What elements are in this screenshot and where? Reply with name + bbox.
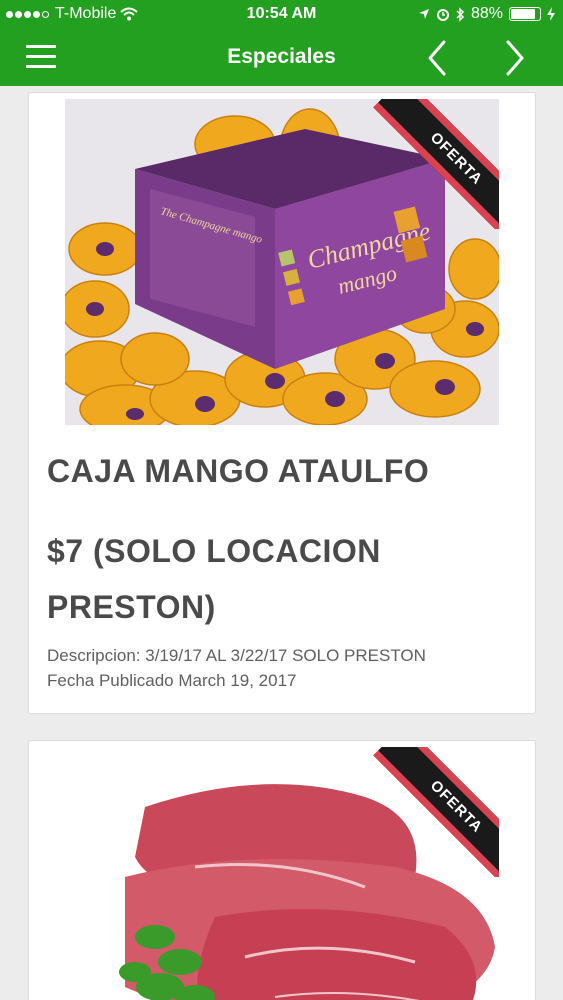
special-card[interactable]: Champagne mango The Champagne mango OFER… xyxy=(28,92,536,714)
special-price: $7 (SOLO LOCACION PRESTON) xyxy=(47,533,381,625)
special-description: Descripcion: 3/19/17 AL 3/22/17 SOLO PRE… xyxy=(47,646,426,665)
battery-percent: 88% xyxy=(470,5,503,22)
oferta-ribbon: OFERTA xyxy=(369,99,499,229)
special-published-date: Fecha Publicado March 19, 2017 xyxy=(47,671,297,690)
location-icon xyxy=(418,9,429,19)
nav-bar: Especiales xyxy=(0,30,563,86)
bluetooth-icon xyxy=(456,6,465,22)
chevron-right-icon[interactable] xyxy=(496,38,534,78)
oferta-badge: OFERTA xyxy=(373,99,499,229)
battery-icon xyxy=(509,7,541,21)
status-bar: T-Mobile 10:54 AM 88% xyxy=(0,0,563,30)
alarm-icon xyxy=(436,9,449,21)
oferta-badge: OFERTA xyxy=(373,747,499,877)
chevron-left-icon[interactable] xyxy=(418,38,456,78)
specials-feed[interactable]: Champagne mango The Champagne mango OFER… xyxy=(0,86,563,1000)
special-card[interactable]: OFERTA xyxy=(28,740,536,1000)
charging-icon xyxy=(547,7,555,21)
status-right: 88% xyxy=(418,5,555,23)
oferta-ribbon: OFERTA xyxy=(369,747,499,877)
special-title: CAJA MANGO ATAULFO xyxy=(47,453,430,489)
page-title: Especiales xyxy=(227,45,336,68)
special-details: Descripcion: 3/19/17 AL 3/22/17 SOLO PRE… xyxy=(47,643,517,693)
